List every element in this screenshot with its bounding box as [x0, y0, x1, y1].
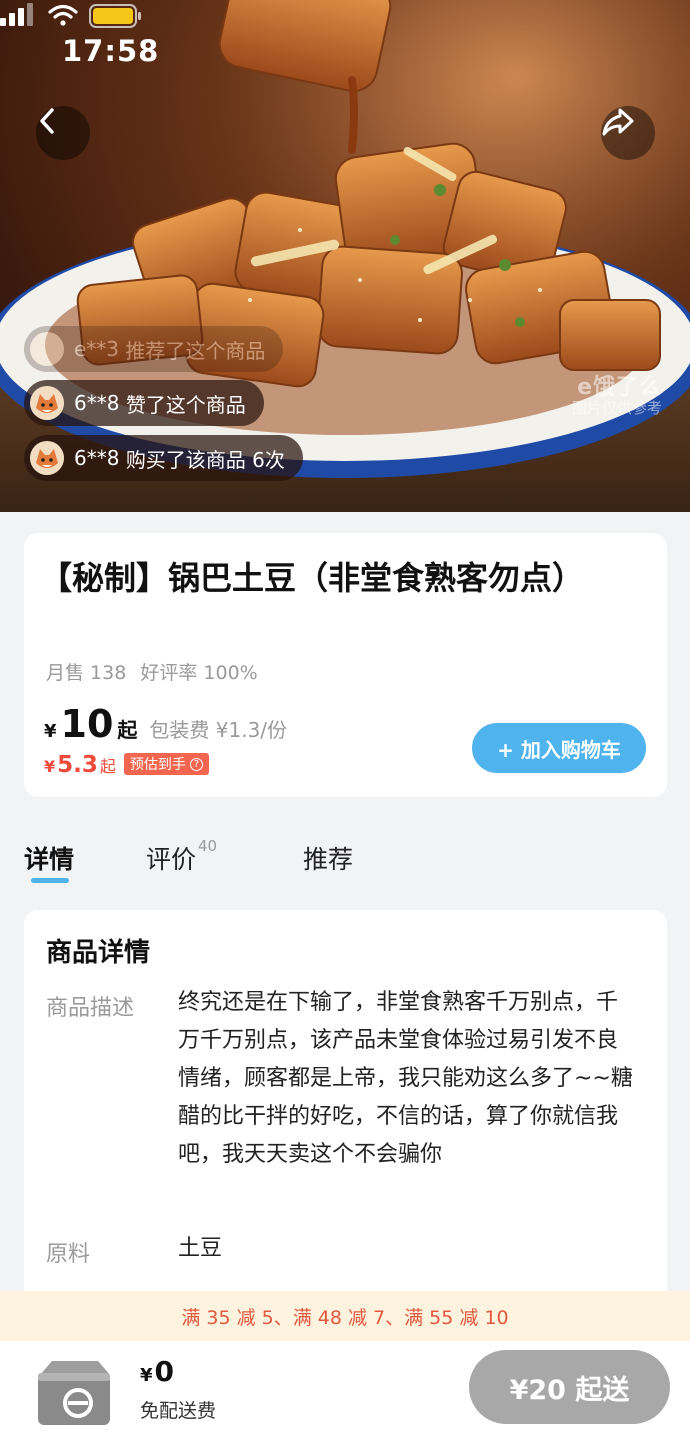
active-tab-indicator [31, 878, 69, 883]
est-currency: ¥ [44, 757, 56, 776]
watermark: e饿了么 图片仅供参考 [571, 375, 662, 418]
activity-action: 购买了该商品 6次 [125, 447, 285, 472]
add-to-cart-button[interactable]: + 加入购物车 [472, 723, 646, 773]
user-avatar [30, 386, 64, 420]
cart-total: ¥ 0 [140, 1355, 174, 1388]
tab-details[interactable]: 详情 [24, 840, 74, 876]
rating: 好评率 100% [140, 662, 258, 684]
tab-recommend-label: 推荐 [303, 845, 354, 874]
price-row: ¥ 10 起 包装费 ¥1.3/份 [44, 702, 287, 746]
delivery-fee: 免配送费 [140, 1400, 217, 1422]
watermark-brand: e饿了么 [577, 375, 662, 400]
activity-user: 6**8 [74, 446, 120, 470]
signal-icon [0, 3, 33, 26]
description-text: 终究还是在下输了，非堂食熟客千万别点，千万千万别点，该产品未堂食体验过易引发不良… [178, 990, 633, 1167]
estimated-badge[interactable]: 预估到手 ? [123, 753, 209, 775]
promo-bar: 满 35 减 5、满 48 减 7、满 55 减 10 [0, 1291, 690, 1341]
question-icon: ? [189, 757, 203, 771]
promo-text: 满 35 减 5、满 48 减 7、满 55 减 10 [181, 1306, 509, 1329]
activity-action: 赞了这个商品 [125, 392, 246, 417]
user-avatar [30, 332, 64, 366]
bottom-checkout-bar: ¥ 0 免配送费 ¥20 起送 [0, 1341, 690, 1446]
status-time: 17:58 [62, 34, 160, 68]
activity-action: 推荐了这个商品 [125, 338, 266, 363]
activity-item: 6**8 赞了这个商品 [24, 380, 264, 426]
review-count: 40 [198, 836, 218, 855]
user-avatar [30, 441, 64, 475]
tab-reviews-label: 评价 [146, 845, 197, 874]
packing-fee: 包装费 ¥1.3/份 [149, 718, 288, 742]
product-details-card: 商品详情 商品描述 终究还是在下输了，非堂食熟客千万别点，千万千万别点，该产品未… [24, 910, 667, 1310]
activity-item: e**3 推荐了这个商品 [24, 326, 284, 372]
est-price: 5.3 [57, 752, 98, 778]
activity-user: e**3 [74, 337, 120, 361]
share-button[interactable] [601, 106, 655, 160]
share-icon [602, 108, 634, 136]
estimated-price-row: ¥ 5.3 起 预估到手 ? [44, 752, 209, 778]
status-icons [0, 3, 141, 28]
tab-recommend[interactable]: 推荐 [303, 840, 353, 876]
estimated-badge-label: 预估到手 [129, 757, 186, 773]
battery-icon [89, 4, 141, 28]
price-value: 10 [60, 702, 114, 746]
activity-user: 6**8 [74, 391, 120, 415]
wifi-icon [48, 4, 78, 26]
product-stats: 月售 138 好评率 100% [46, 658, 266, 685]
ingredients-text: 土豆 [178, 1236, 223, 1261]
est-suffix: 起 [99, 757, 116, 776]
price-suffix: 起 [117, 718, 138, 742]
ingredients-label: 原料 [46, 1242, 91, 1267]
back-button[interactable] [36, 106, 90, 160]
tab-reviews[interactable]: 评价 40 [146, 836, 218, 876]
cart-box-icon[interactable] [34, 1351, 114, 1431]
product-hero-image: 17:58 e**3 推荐了这个商品 6**8 赞了这个商品 6**8 购买了该… [0, 0, 690, 512]
watermark-note: 图片仅供参考 [571, 399, 662, 417]
cart-currency: ¥ [140, 1365, 153, 1386]
chevron-left-icon [40, 108, 54, 134]
price-currency: ¥ [44, 721, 57, 742]
tab-details-label: 详情 [24, 845, 75, 874]
product-title: 【秘制】锅巴土豆（非堂食熟客勿点） [40, 559, 585, 597]
monthly-sales: 月售 138 [46, 662, 127, 684]
cart-total-value: 0 [154, 1355, 175, 1388]
details-title: 商品详情 [46, 938, 151, 968]
min-order-button[interactable]: ¥20 起送 [469, 1350, 670, 1424]
status-bar: 17:58 [0, 0, 690, 100]
activity-item: 6**8 购买了该商品 6次 [24, 435, 303, 481]
description-label: 商品描述 [46, 996, 135, 1021]
